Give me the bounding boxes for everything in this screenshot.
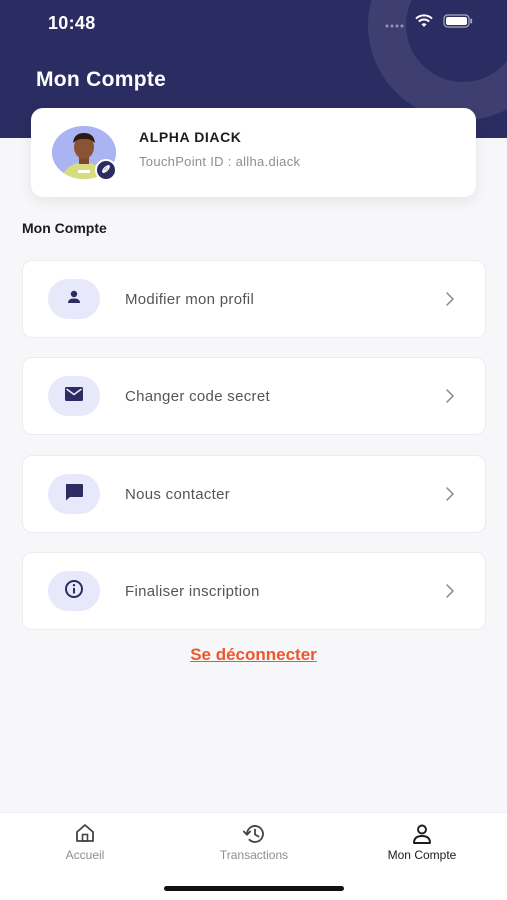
profile-name: ALPHA DIACK — [139, 129, 242, 145]
chevron-right-icon — [445, 388, 455, 409]
link-icon — [101, 161, 111, 179]
menu-icon-wrapper — [48, 571, 100, 611]
tab-mon-compte[interactable]: Mon Compte — [352, 823, 492, 862]
menu-label: Changer code secret — [125, 388, 270, 405]
menu-label: Finaliser inscription — [125, 583, 260, 600]
menu-label: Modifier mon profil — [125, 291, 255, 308]
account-icon — [411, 823, 433, 845]
mail-icon — [64, 386, 84, 407]
menu-item-contact[interactable]: Nous contacter — [22, 455, 486, 533]
home-indicator — [164, 886, 344, 891]
tab-label: Transactions — [219, 848, 289, 862]
menu-item-finalize-registration[interactable]: Finaliser inscription — [22, 552, 486, 630]
battery-icon — [443, 14, 473, 33]
menu-label: Nous contacter — [125, 486, 231, 503]
chevron-right-icon — [445, 486, 455, 507]
logout-link[interactable]: Se déconnecter — [0, 645, 507, 665]
section-title: Mon Compte — [22, 220, 107, 236]
tab-label: Mon Compte — [387, 848, 457, 862]
home-icon — [74, 823, 96, 845]
touchpoint-id: TouchPoint ID : allha.diack — [139, 154, 301, 169]
info-icon — [64, 579, 84, 604]
wifi-icon — [415, 14, 433, 33]
chat-icon — [64, 483, 84, 506]
tab-accueil[interactable]: Accueil — [15, 823, 155, 862]
history-icon — [242, 823, 266, 845]
chevron-right-icon — [445, 291, 455, 312]
status-time: 10:48 — [48, 13, 96, 33]
menu-item-edit-profile[interactable]: Modifier mon profil — [22, 260, 486, 338]
page-title: Mon Compte — [36, 68, 167, 91]
tab-transactions[interactable]: Transactions — [184, 823, 324, 862]
chevron-right-icon — [445, 583, 455, 604]
status-icons — [385, 14, 473, 33]
person-icon — [66, 289, 82, 310]
profile-card: ALPHA DIACK TouchPoint ID : allha.diack — [31, 108, 476, 197]
signal-icon — [385, 15, 405, 33]
menu-icon-wrapper — [48, 376, 100, 416]
tab-label: Accueil — [65, 848, 105, 862]
edit-avatar-button[interactable] — [95, 159, 117, 181]
menu-icon-wrapper — [48, 474, 100, 514]
menu-icon-wrapper — [48, 279, 100, 319]
menu-item-change-pin[interactable]: Changer code secret — [22, 357, 486, 435]
